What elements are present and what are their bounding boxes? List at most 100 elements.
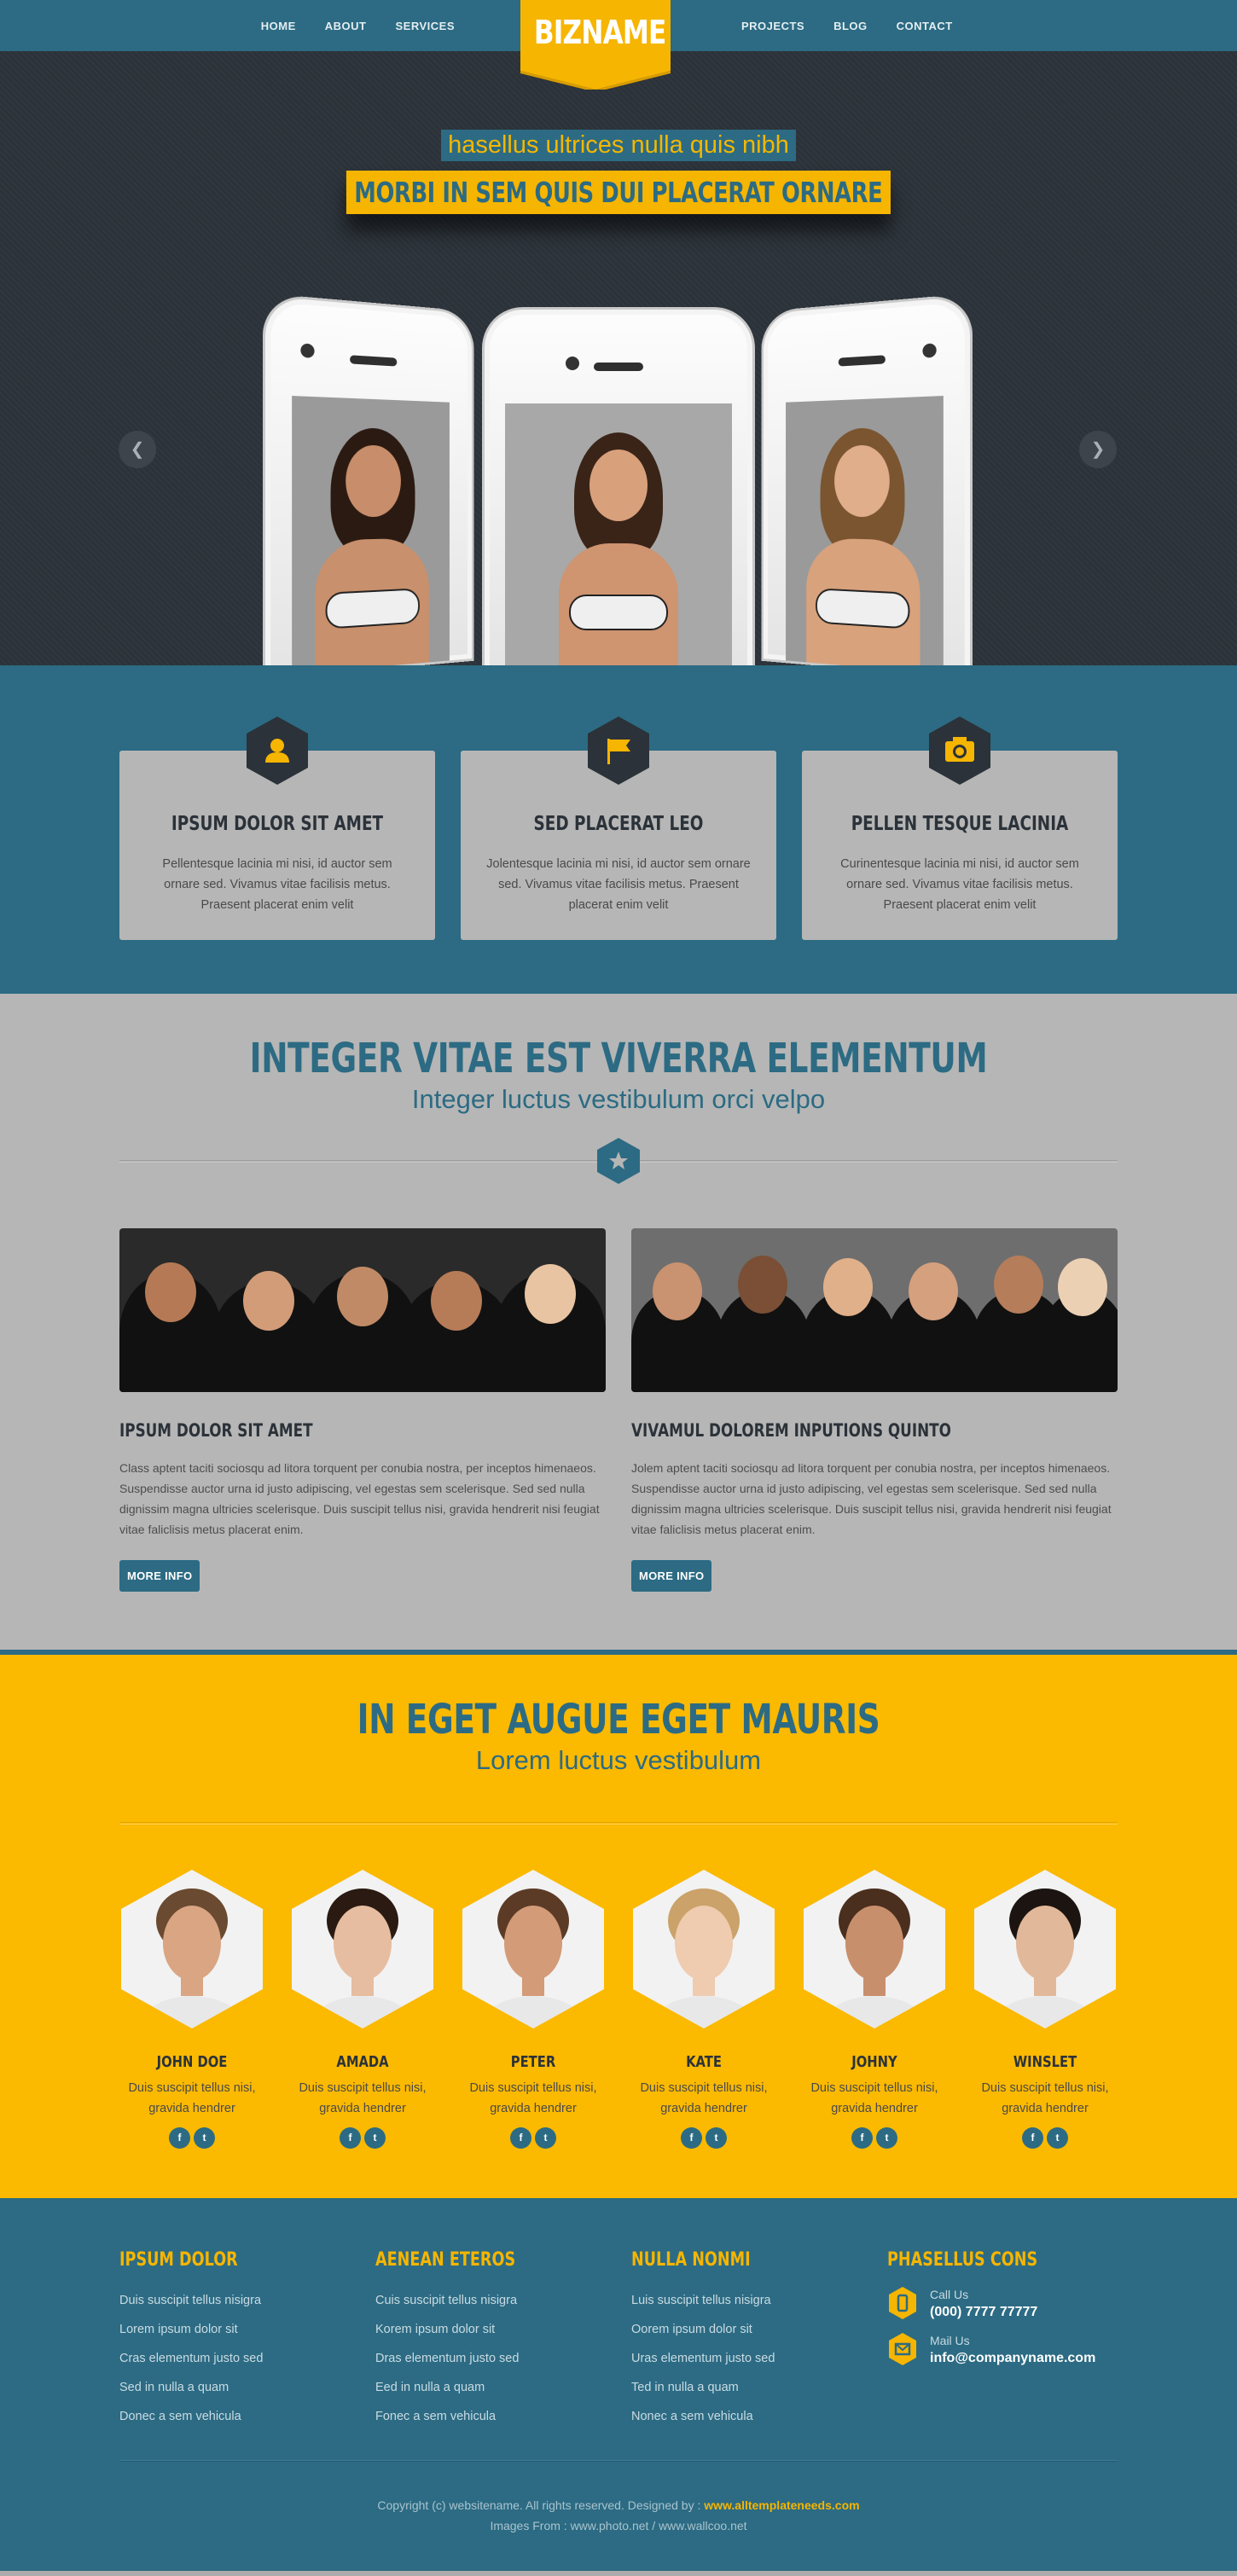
nav-blog[interactable]: BLOG [833, 20, 868, 32]
slider-next-arrow-icon[interactable]: ❯ [1079, 431, 1117, 468]
footer-link[interactable]: Fonec a sem vehicula [375, 2402, 589, 2431]
about-section: INTEGER VITAE EST VIVERRA ELEMENTUM Inte… [0, 994, 1237, 1655]
member-text: Duis suscipit tellus nisi, gravida hendr… [802, 2078, 947, 2119]
facebook-icon[interactable]: f [510, 2127, 531, 2149]
footer-link[interactable]: Duis suscipit tellus nisigra [119, 2286, 333, 2315]
member-socials: ft [461, 2127, 606, 2149]
team-member: PETER Duis suscipit tellus nisi, gravida … [461, 1868, 606, 2149]
footer-links: Cuis suscipit tellus nisigra Korem ipsum… [375, 2286, 589, 2431]
slider-prev-arrow-icon[interactable]: ❮ [119, 431, 156, 468]
about-column-text: Jolem aptent taciti sociosqu ad litora t… [631, 1458, 1118, 1540]
nav-about[interactable]: ABOUT [325, 20, 367, 32]
footer-link[interactable]: Dras elementum justo sed [375, 2344, 589, 2373]
footer-column: NULLA NONMI Luis suscipit tellus nisigra… [631, 2249, 845, 2431]
footer-links: Duis suscipit tellus nisigra Lorem ipsum… [119, 2286, 333, 2431]
member-socials: ft [973, 2127, 1118, 2149]
features-section: IPSUM DOLOR SIT AMET Pellentesque lacini… [0, 665, 1237, 994]
contact-phone-value: (000) 7777 77777 [930, 2305, 1037, 2320]
phone-screen [292, 396, 450, 665]
phone-screen [505, 403, 732, 665]
footer-link[interactable]: Eed in nulla a quam [375, 2373, 589, 2402]
facebook-icon[interactable]: f [851, 2127, 873, 2149]
hero-slider: hasellus ultrices nulla quis nibh MORBI … [0, 51, 1237, 665]
facebook-icon[interactable]: f [1022, 2127, 1043, 2149]
member-text: Duis suscipit tellus nisi, gravida hendr… [631, 2078, 776, 2119]
twitter-icon[interactable]: t [364, 2127, 386, 2149]
team-subtitle: Lorem luctus vestibulum [0, 1745, 1237, 1776]
footer-column: IPSUM DOLOR Duis suscipit tellus nisigra… [119, 2249, 333, 2431]
member-text: Duis suscipit tellus nisi, gravida hendr… [973, 2078, 1118, 2119]
twitter-icon[interactable]: t [876, 2127, 897, 2149]
feature-card: PELLEN TESQUE LACINIA Curinentesque laci… [802, 751, 1118, 940]
feature-text: Jolentesque lacinia mi nisi, id auctor s… [486, 854, 751, 915]
feature-title: IPSUM DOLOR SIT AMET [151, 813, 404, 835]
logo[interactable]: BIZNAME [520, 0, 671, 90]
member-name: WINSLET [985, 2053, 1104, 2071]
footer-link[interactable]: Uras elementum justo sed [631, 2344, 845, 2373]
member-socials: ft [802, 2127, 947, 2149]
camera-icon [924, 715, 996, 786]
footer-link[interactable]: Oorem ipsum dolor sit [631, 2315, 845, 2344]
member-photo [631, 1868, 776, 2030]
member-name: PETER [473, 2053, 592, 2071]
feature-card: IPSUM DOLOR SIT AMET Pellentesque lacini… [119, 751, 435, 940]
facebook-icon[interactable]: f [169, 2127, 190, 2149]
about-column-heading: VIVAMUL DOLOREM INPUTIONS QUINTO [631, 1420, 1020, 1441]
contact-mail-value[interactable]: info@companyname.com [930, 2351, 1095, 2366]
twitter-icon[interactable]: t [535, 2127, 556, 2149]
feature-title: PELLEN TESQUE LACINIA [833, 813, 1086, 835]
contact-phone: Call Us (000) 7777 77777 [887, 2286, 1118, 2320]
team-member: KATE Duis suscipit tellus nisi, gravida h… [631, 1868, 776, 2149]
footer-link[interactable]: Lorem ipsum dolor sit [119, 2315, 333, 2344]
team-section: IN EGET AUGUE EGET MAURIS Lorem luctus v… [0, 1655, 1237, 2198]
copyright-text: Copyright (c) websitename. All rights re… [377, 2498, 700, 2512]
footer-link[interactable]: Sed in nulla a quam [119, 2373, 333, 2402]
footer-link[interactable]: Luis suscipit tellus nisigra [631, 2286, 845, 2315]
footer: IPSUM DOLOR Duis suscipit tellus nisigra… [0, 2198, 1237, 2571]
footer-link[interactable]: Nonec a sem vehicula [631, 2402, 845, 2431]
footer-link[interactable]: Donec a sem vehicula [119, 2402, 333, 2431]
nav-services[interactable]: SERVICES [395, 20, 455, 32]
footer-heading: PHASELLUS CONS [887, 2249, 1071, 2271]
phone-left-image [263, 293, 474, 665]
facebook-icon[interactable]: f [681, 2127, 702, 2149]
team-member: AMADA Duis suscipit tellus nisi, gravida … [290, 1868, 435, 2149]
twitter-icon[interactable]: t [1047, 2127, 1068, 2149]
mail-icon [887, 2332, 918, 2366]
model-photo [550, 415, 687, 665]
footer-column: AENEAN ETEROS Cuis suscipit tellus nisig… [375, 2249, 589, 2431]
member-photo [461, 1868, 606, 2030]
feature-text: Pellentesque lacinia mi nisi, id auctor … [145, 854, 409, 915]
more-info-button[interactable]: MORE INFO [119, 1560, 200, 1592]
more-info-button[interactable]: MORE INFO [631, 1560, 711, 1592]
copyright: Copyright (c) websitename. All rights re… [0, 2495, 1237, 2536]
team-member: JOHNY Duis suscipit tellus nisi, gravida … [802, 1868, 947, 2149]
designer-link[interactable]: www.alltemplateneeds.com [704, 2498, 859, 2512]
footer-heading: IPSUM DOLOR [119, 2249, 290, 2271]
nav-home[interactable]: HOME [261, 20, 296, 32]
twitter-icon[interactable]: t [194, 2127, 215, 2149]
team-photo-right [631, 1228, 1118, 1392]
logo-text: BIZNAME [534, 14, 657, 51]
footer-link[interactable]: Korem ipsum dolor sit [375, 2315, 589, 2344]
member-socials: ft [631, 2127, 776, 2149]
footer-links: Luis suscipit tellus nisigra Oorem ipsum… [631, 2286, 845, 2431]
footer-link[interactable]: Cuis suscipit tellus nisigra [375, 2286, 589, 2315]
top-navbar: HOME ABOUT SERVICES BIZNAME PROJECTS BLO… [0, 0, 1237, 51]
nav-right: PROJECTS BLOG CONTACT [727, 0, 967, 51]
nav-projects[interactable]: PROJECTS [741, 20, 804, 32]
footer-link[interactable]: Cras elementum justo sed [119, 2344, 333, 2373]
facebook-icon[interactable]: f [340, 2127, 361, 2149]
team-photo-left [119, 1228, 606, 1392]
member-socials: ft [290, 2127, 435, 2149]
phone-icon [887, 2286, 918, 2320]
feature-title: SED PLACERAT LEO [492, 813, 745, 835]
twitter-icon[interactable]: t [706, 2127, 727, 2149]
member-photo [290, 1868, 435, 2030]
contact-mail: Mail Us info@companyname.com [887, 2332, 1118, 2366]
nav-contact[interactable]: CONTACT [897, 20, 953, 32]
member-photo [802, 1868, 947, 2030]
footer-link[interactable]: Ted in nulla a quam [631, 2373, 845, 2402]
footer-heading: AENEAN ETEROS [375, 2249, 546, 2271]
nav-left: HOME ABOUT SERVICES [247, 0, 469, 51]
